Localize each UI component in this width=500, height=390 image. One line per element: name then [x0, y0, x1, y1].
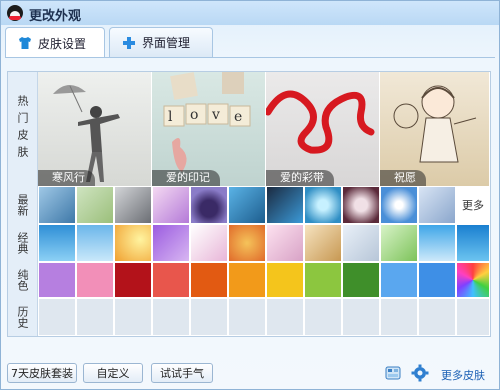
row-label-latest: 最新 [8, 186, 38, 224]
row-label-history-text: 历史 [16, 306, 29, 328]
tab-skin-settings-label: 皮肤设置 [38, 36, 87, 51]
hot-skin-label: 爱的印记 [152, 170, 220, 186]
row-label-history: 历史 [8, 298, 38, 336]
window-title: 更改外观 [29, 9, 82, 24]
classic-skin-3[interactable] [114, 224, 152, 262]
svg-text:v: v [211, 107, 220, 123]
seven-day-skin-button[interactable]: 7天皮肤套装 [7, 363, 77, 383]
hot-skin-love-ribbon[interactable]: 爱的彩带 [266, 72, 380, 186]
latest-skin-3[interactable] [114, 186, 152, 224]
umbrella-figure-image [53, 84, 120, 182]
latest-skin-9[interactable] [342, 186, 380, 224]
tab-divider [5, 57, 495, 58]
solid-color-swatch[interactable] [380, 262, 418, 298]
history-slot[interactable] [304, 298, 342, 336]
row-label-classic-text: 经典 [16, 232, 29, 254]
row-label-solid: 纯色 [8, 262, 38, 298]
palette-icon[interactable] [385, 365, 401, 384]
red-ribbon-image [266, 90, 375, 154]
history-slot[interactable] [114, 298, 152, 336]
classic-skin-6[interactable] [228, 224, 266, 262]
history-slot[interactable] [190, 298, 228, 336]
latest-more-link[interactable]: 更多 [456, 186, 490, 224]
svg-text:o: o [190, 107, 198, 123]
history-slot[interactable] [152, 298, 190, 336]
svg-text:l: l [168, 109, 173, 125]
shirt-icon [18, 36, 32, 50]
classic-skin-12[interactable] [456, 224, 490, 262]
solid-color-swatch[interactable] [266, 262, 304, 298]
solid-color-swatch[interactable] [304, 262, 342, 298]
latest-skin-7[interactable] [266, 186, 304, 224]
solid-color-swatch[interactable] [76, 262, 114, 298]
latest-skin-5[interactable] [190, 186, 228, 224]
hot-skin-label: 祝愿 [380, 170, 426, 186]
classic-skin-5[interactable] [190, 224, 228, 262]
try-luck-button[interactable]: 试试手气 [151, 363, 213, 383]
solid-color-swatch[interactable] [114, 262, 152, 298]
latest-skin-1[interactable] [38, 186, 76, 224]
row-label-hot: 热门皮肤 [8, 72, 38, 186]
tab-interface-management[interactable]: 界面管理 [109, 27, 213, 57]
row-label-solid-text: 纯色 [16, 269, 29, 291]
plus-icon [122, 36, 136, 50]
classic-skin-10[interactable] [380, 224, 418, 262]
qq-penguin-icon [7, 5, 23, 21]
latest-skin-2[interactable] [76, 186, 114, 224]
classic-skin-7[interactable] [266, 224, 304, 262]
history-slot[interactable] [76, 298, 114, 336]
history-slot[interactable] [456, 298, 490, 336]
row-label-latest-text: 最新 [16, 194, 29, 216]
tab-skin-settings[interactable]: 皮肤设置 [5, 27, 105, 58]
classic-skin-11[interactable] [418, 224, 456, 262]
solid-color-swatch[interactable] [38, 262, 76, 298]
skin-settings-window: 更改外观 皮肤设置 界面管理 热门皮肤 最新 经典 纯色 历史 寒风行 l o … [0, 0, 500, 390]
classic-skin-2[interactable] [76, 224, 114, 262]
sketch-girl-image [393, 85, 477, 163]
row-label-classic: 经典 [8, 224, 38, 262]
latest-skin-4[interactable] [152, 186, 190, 224]
hot-skin-love-mark[interactable]: l o v e 爱的印记 [152, 72, 266, 186]
hot-skin-label: 寒风行 [38, 170, 95, 186]
latest-skin-10[interactable] [380, 186, 418, 224]
solid-color-swatch[interactable] [190, 262, 228, 298]
solid-color-swatch[interactable] [418, 262, 456, 298]
history-slot[interactable] [228, 298, 266, 336]
hot-skin-label: 爱的彩带 [266, 170, 334, 186]
latest-skin-8[interactable] [304, 186, 342, 224]
solid-color-swatch[interactable] [152, 262, 190, 298]
classic-skin-4[interactable] [152, 224, 190, 262]
hot-skin-cold-wind[interactable]: 寒风行 [38, 72, 152, 186]
classic-skin-1[interactable] [38, 224, 76, 262]
custom-skin-button[interactable]: 自定义 [83, 363, 143, 383]
gear-icon[interactable] [411, 364, 429, 385]
love-blocks-image: l o v e [163, 72, 251, 172]
latest-skin-11[interactable] [418, 186, 456, 224]
more-skins-link[interactable]: 更多皮肤 [441, 367, 485, 383]
hot-skin-wish[interactable]: 祝愿 [380, 72, 490, 186]
solid-color-swatch[interactable] [342, 262, 380, 298]
solid-color-swatch[interactable] [228, 262, 266, 298]
custom-color-picker[interactable] [456, 262, 490, 298]
history-slot[interactable] [380, 298, 418, 336]
history-slot[interactable] [418, 298, 456, 336]
latest-skin-6[interactable] [228, 186, 266, 224]
classic-skin-9[interactable] [342, 224, 380, 262]
history-slot[interactable] [342, 298, 380, 336]
svg-text:e: e [234, 109, 242, 125]
skin-grid-panel: 热门皮肤 最新 经典 纯色 历史 寒风行 l o v e 爱的印记 爱的彩带 祝… [7, 71, 491, 337]
title-bar[interactable]: 更改外观 [1, 1, 499, 25]
history-slot[interactable] [266, 298, 304, 336]
history-slot[interactable] [38, 298, 76, 336]
classic-skin-8[interactable] [304, 224, 342, 262]
row-label-hot-text: 热门皮肤 [16, 95, 29, 163]
tab-interface-management-label: 界面管理 [142, 36, 191, 50]
